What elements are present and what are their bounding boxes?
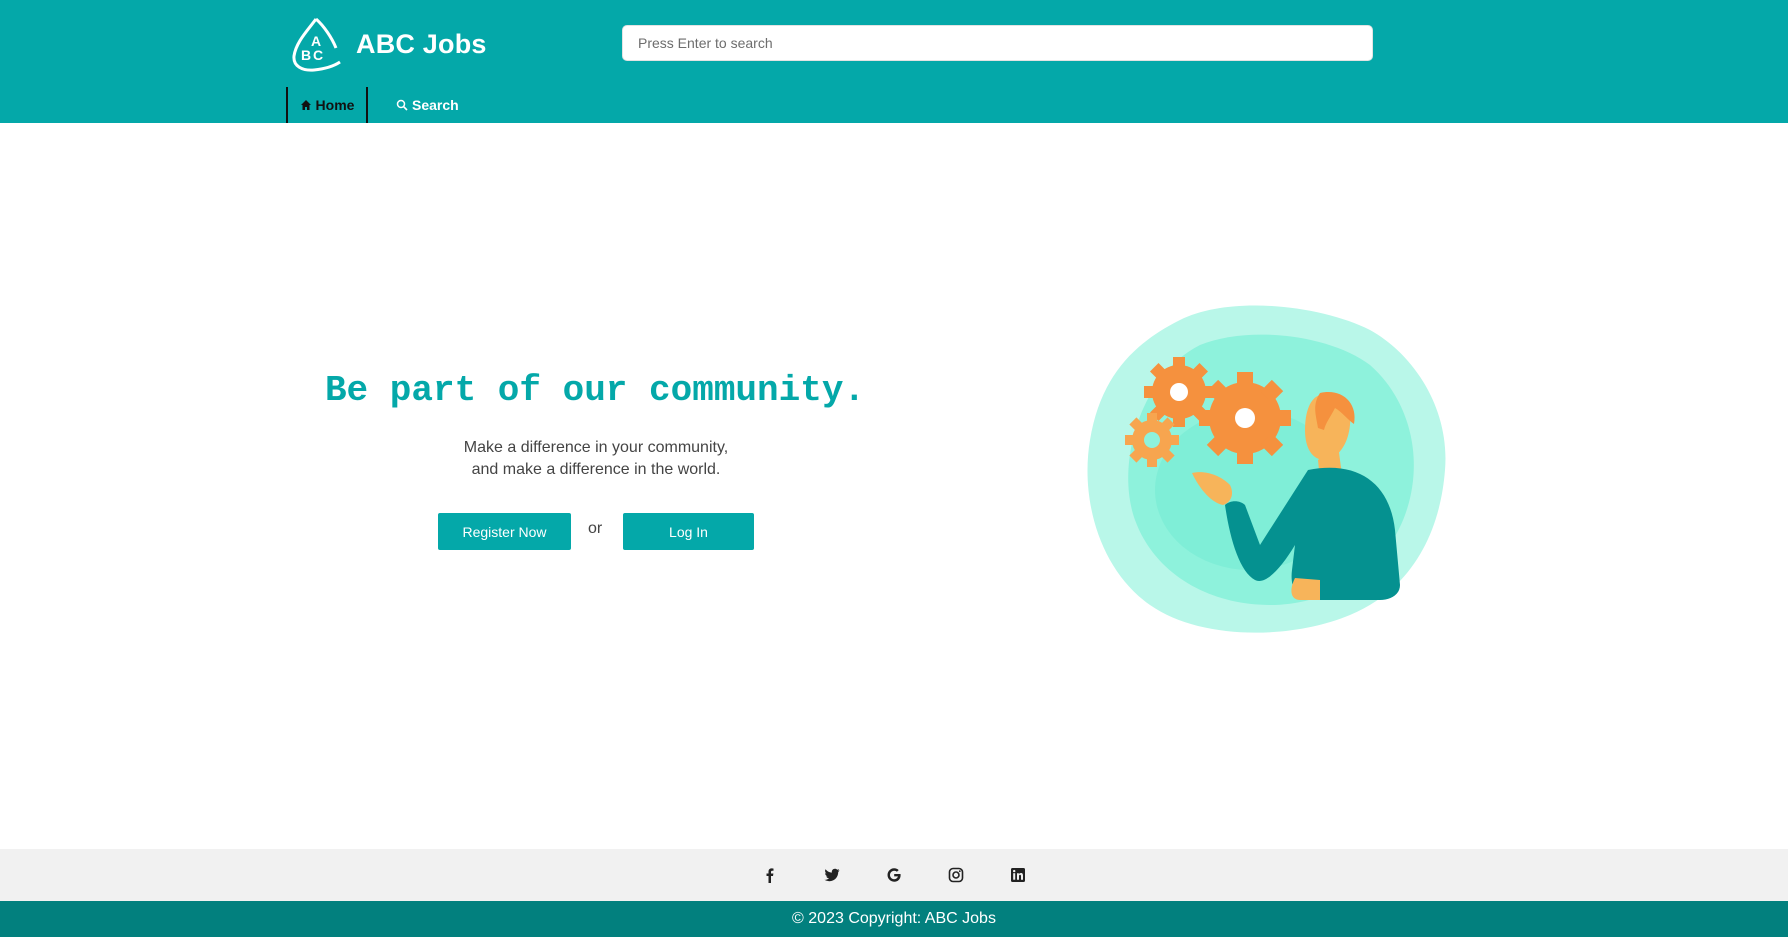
site-footer: © 2023 Copyright: ABC Jobs bbox=[0, 901, 1788, 937]
hero-subtitle-line-2: and make a difference in the world. bbox=[471, 461, 721, 478]
gear-small-icon bbox=[1125, 413, 1179, 467]
gear-large-icon bbox=[1199, 372, 1291, 464]
hero-title: Be part of our community. bbox=[324, 370, 866, 411]
copyright-text: © 2023 Copyright: ABC Jobs bbox=[792, 910, 996, 927]
brand-name: ABC Jobs bbox=[356, 28, 487, 59]
home-icon bbox=[300, 100, 311, 110]
social-bar bbox=[0, 849, 1788, 901]
svg-text:B: B bbox=[301, 47, 311, 63]
nav-search-label: Search bbox=[412, 97, 459, 113]
register-button[interactable]: Register Now bbox=[438, 513, 571, 550]
twitter-icon[interactable] bbox=[823, 866, 841, 884]
nav-search[interactable]: Search bbox=[396, 87, 459, 123]
main-nav: Home Search bbox=[286, 87, 459, 123]
abc-logo-icon: A B C bbox=[292, 17, 341, 72]
facebook-icon[interactable] bbox=[761, 866, 779, 884]
instagram-icon[interactable] bbox=[947, 866, 965, 884]
google-icon[interactable] bbox=[885, 866, 903, 884]
linkedin-icon[interactable] bbox=[1009, 866, 1027, 884]
search-icon bbox=[396, 99, 408, 111]
svg-text:C: C bbox=[313, 47, 323, 63]
or-separator: or bbox=[588, 520, 603, 537]
community-illustration bbox=[1087, 305, 1446, 633]
hero-subtitle-line-1: Make a difference in your community, bbox=[463, 439, 729, 456]
hero-subtitle: Make a difference in your community, and… bbox=[396, 437, 796, 481]
search-bar[interactable] bbox=[622, 25, 1373, 61]
nav-home-label: Home bbox=[315, 97, 355, 113]
nav-home[interactable]: Home bbox=[286, 87, 368, 123]
search-input[interactable] bbox=[623, 26, 1372, 60]
site-header: A B C ABC Jobs Home Search bbox=[0, 0, 1788, 123]
login-button[interactable]: Log In bbox=[623, 513, 754, 550]
brand-logo[interactable]: A B C ABC Jobs bbox=[288, 16, 487, 72]
